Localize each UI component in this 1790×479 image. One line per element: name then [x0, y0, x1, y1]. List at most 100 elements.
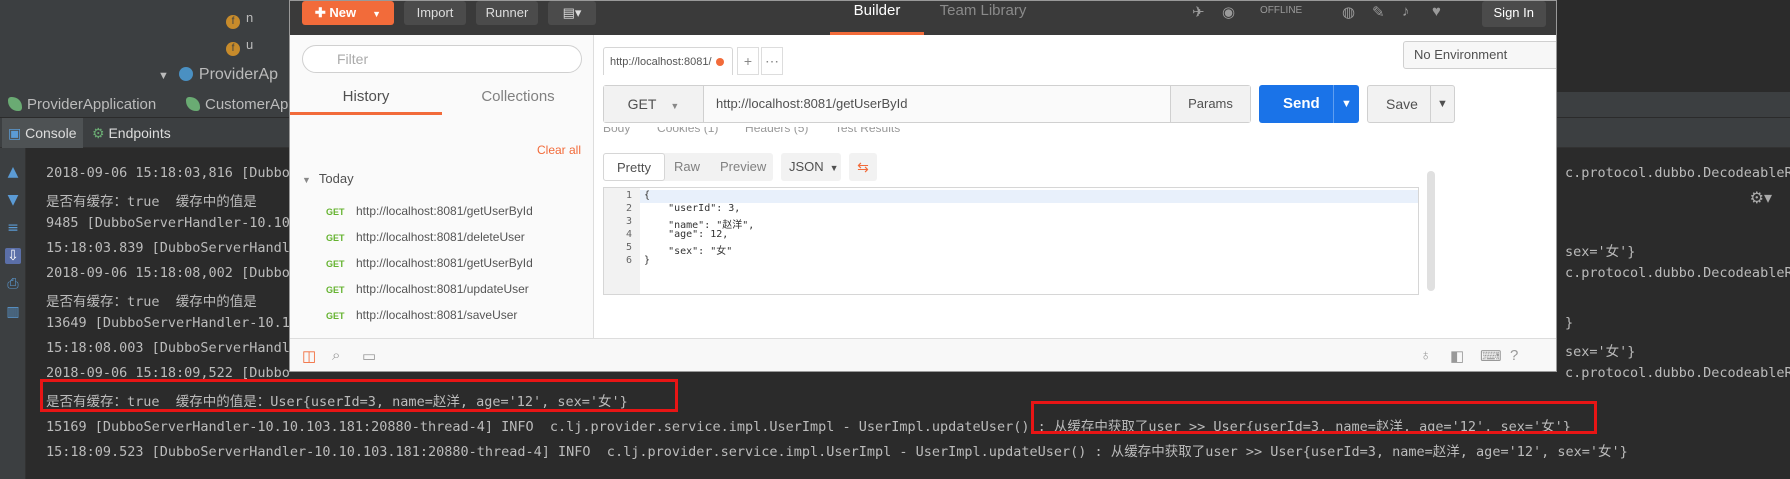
satellite-icon[interactable]: ✈ [1192, 3, 1205, 21]
tab-console-label: Console [25, 125, 77, 141]
tab-history[interactable]: History [290, 83, 442, 115]
history-url: http://localhost:8081/getUserById [356, 256, 533, 270]
response-scrollbar[interactable] [1427, 171, 1435, 291]
view-raw-button[interactable]: Raw [661, 153, 713, 181]
more-tabs-button[interactable]: ⋯ [761, 47, 783, 75]
chevron-down-icon[interactable]: ▼ [1333, 85, 1359, 123]
sign-in-button[interactable]: Sign In [1481, 1, 1546, 27]
view-pretty-button[interactable]: Pretty [603, 153, 665, 181]
run-tab-label: CustomerAp [205, 96, 289, 113]
highlight-box-cache-value [40, 379, 678, 412]
arrow-up-icon[interactable]: ▲ [5, 164, 21, 180]
endpoints-icon: ⚙ [92, 125, 109, 141]
response-body[interactable]: 1 2 3 4 5 6 { "userId": 3, "name": "赵洋",… [603, 187, 1419, 295]
sync-icon[interactable]: ◉ [1222, 3, 1235, 21]
spring-boot-icon [186, 97, 200, 111]
response-tabs[interactable]: Body Cookies (1) Headers (5) Test Result… [603, 127, 1413, 139]
trash-icon[interactable]: ▥ [5, 304, 21, 320]
code-line: { [644, 190, 651, 201]
postman-header: ✚ New ▼ Import Runner ▤▾ Builder Team Lib… [290, 1, 1556, 35]
tree-item-field[interactable]: fu [226, 37, 253, 56]
send-button[interactable]: Send ▼ [1259, 85, 1359, 123]
print-icon[interactable]: ⎙ [5, 276, 21, 292]
tree-node-provider-app[interactable]: ▼ ProviderAp [158, 66, 278, 84]
run-tab-provider-application[interactable]: ProviderApplication [8, 92, 156, 118]
bulb-icon[interactable]: ♁ [1420, 347, 1431, 364]
postman-sidebar: Filter History Collections Clear all ▼ To… [290, 35, 594, 338]
bell-icon[interactable]: ♪ [1402, 3, 1410, 20]
two-pane-icon[interactable]: ◧ [1450, 347, 1464, 365]
wrap-lines-icon[interactable]: ⇆ [849, 153, 877, 181]
caret-down-icon: ▼ [302, 175, 311, 185]
scroll-to-end-icon[interactable]: ⇩ [5, 248, 21, 264]
search-icon[interactable]: ⌕ [332, 347, 340, 364]
globe-icon[interactable]: ◍ [1342, 3, 1355, 21]
tab-endpoints[interactable]: ⚙ Endpoints [86, 118, 177, 148]
new-window-button[interactable]: ▤▾ [548, 1, 596, 25]
method-label: GET [627, 96, 657, 112]
console-icon[interactable]: ▭ [362, 347, 376, 365]
history-item[interactable]: GET http://localhost:8081/getUserById [290, 250, 590, 276]
history-url: http://localhost:8081/updateUser [356, 282, 529, 296]
console-line: 是否有缓存：true 缓存中的值是 [46, 194, 257, 210]
console-line: 2018-09-06 15:18:08,002 [Dubbo [46, 265, 290, 281]
chevron-down-icon[interactable]: ▼ [372, 9, 381, 19]
soft-wrap-icon[interactable]: ≡ [5, 220, 21, 236]
console-line-tail: sex='女'} [1565, 344, 1636, 360]
url-input[interactable]: http://localhost:8081/getUserById [716, 86, 908, 122]
history-method: GET [326, 311, 345, 321]
console-line: 13649 [DubboServerHandler-10.1 [46, 315, 290, 331]
method-select[interactable]: GET ▼ [604, 86, 704, 122]
save-button-label: Save [1386, 96, 1418, 112]
history-item[interactable]: GET http://localhost:8081/saveUser [290, 302, 590, 328]
collapse-arrow-icon[interactable]: ▼ [158, 70, 169, 82]
console-line: 15:18:03.839 [DubboServerHandl [46, 240, 290, 256]
wrench-icon[interactable]: ✎ [1372, 3, 1385, 21]
gear-icon[interactable]: ⚙▾ [1750, 188, 1772, 207]
history-url: http://localhost:8081/getUserById [356, 204, 533, 218]
environment-select[interactable]: No Environment▼ [1403, 41, 1556, 69]
tab-team-library[interactable]: Team Library [920, 1, 1046, 35]
tab-collections[interactable]: Collections [442, 83, 594, 115]
history-group-today[interactable]: ▼ Today [302, 171, 354, 186]
format-select[interactable]: JSON ▼ [781, 153, 841, 181]
history-item[interactable]: GET http://localhost:8081/deleteUser [290, 224, 590, 250]
params-button[interactable]: Params [1170, 86, 1250, 122]
save-button[interactable]: Save ▼ [1367, 85, 1455, 123]
request-builder: http://localhost:8081/ + ⋯ No Environmen… [595, 35, 1556, 338]
sidebar-toggle-icon[interactable]: ◫ [302, 347, 316, 365]
console-line: 15:18:09.523 [DubboServerHandler-10.10.1… [46, 444, 1628, 460]
tree-item-field[interactable]: fn [226, 10, 253, 29]
spring-boot-icon [8, 97, 22, 111]
line-number: 1 [625, 190, 632, 201]
history-item[interactable]: GET http://localhost:8081/updateUser [290, 276, 590, 302]
tab-builder[interactable]: Builder [830, 1, 924, 35]
history-item[interactable]: GET http://localhost:8081/getUserById [290, 198, 590, 224]
history-method: GET [326, 233, 345, 243]
line-number: 2 [625, 203, 632, 214]
tab-endpoints-label: Endpoints [108, 125, 171, 141]
run-tab-customer-application[interactable]: CustomerAp [186, 92, 288, 118]
console-line-tail: c.protocol.dubbo.DecodeableR [1565, 365, 1790, 381]
filter-input[interactable]: Filter [302, 45, 582, 73]
request-tab[interactable]: http://localhost:8081/ [603, 47, 733, 75]
console-toolbar: ▲ ▼ ≡ ⇩ ⎙ ▥ [0, 148, 26, 479]
clear-all-link[interactable]: Clear all [537, 143, 581, 157]
view-preview-button[interactable]: Preview [707, 153, 779, 181]
import-button[interactable]: Import [404, 1, 466, 25]
tree-item-label: n [246, 10, 254, 25]
help-icon[interactable]: ? [1510, 347, 1518, 364]
console-line-tail: sex='女'} [1565, 244, 1636, 260]
new-button[interactable]: ✚ New ▼ [302, 1, 394, 25]
heart-icon[interactable]: ♥ [1432, 3, 1441, 20]
line-number: 5 [625, 242, 632, 253]
console-line-tail: } [1565, 315, 1574, 331]
chevron-down-icon[interactable]: ▼ [1430, 86, 1454, 122]
arrow-down-icon[interactable]: ▼ [5, 192, 21, 208]
console-line: 9485 [DubboServerHandler-10.10 [46, 215, 290, 231]
add-tab-button[interactable]: + [737, 47, 759, 75]
tab-console[interactable]: ▣ Console [2, 118, 83, 148]
console-line-tail: c.protocol.dubbo.DecodeableR [1565, 265, 1790, 281]
keyboard-icon[interactable]: ⌨ [1480, 347, 1502, 365]
runner-button[interactable]: Runner [476, 1, 538, 25]
